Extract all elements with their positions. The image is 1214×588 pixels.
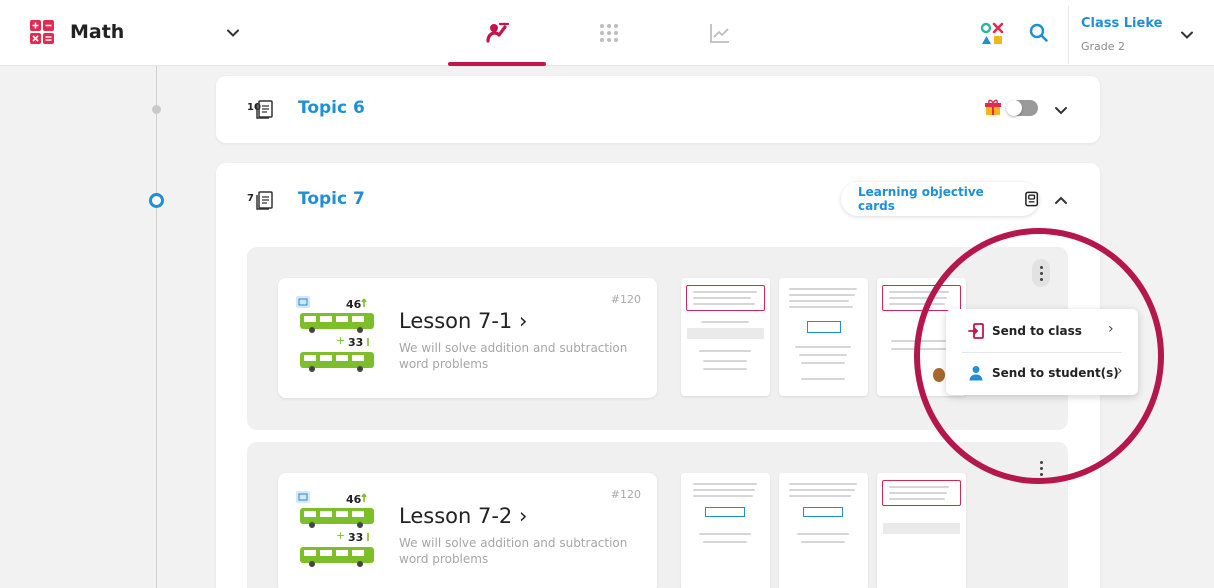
search-icon[interactable] [1028, 22, 1050, 44]
bus-bottom-number: 33 [348, 336, 363, 349]
send-menu: Send to class › Send to student(s) › [946, 309, 1138, 395]
math-operators-icon [30, 20, 54, 44]
menu-item-send-to-class[interactable]: Send to class › [946, 311, 1138, 351]
chevron-right-icon: › [1108, 321, 1114, 337]
chevron-down-icon[interactable] [1053, 102, 1069, 118]
topic-lesson-count: 7 [247, 193, 254, 204]
worksheets-icon [256, 191, 273, 210]
lesson-description: We will solve addition and subtraction w… [399, 536, 628, 566]
worksheet-thumbnail[interactable] [877, 473, 966, 588]
app-header: Math Class Lieke Grade 2 [0, 0, 1214, 66]
bus-illustration: 46 + 33 [296, 296, 374, 372]
lesson-title[interactable]: Lesson 7-1 › [399, 309, 527, 333]
tab-progress[interactable] [705, 18, 735, 48]
learning-objective-cards-label: Learning objective cards [858, 185, 984, 213]
worksheet-thumbnail[interactable] [779, 278, 868, 396]
worksheet-thumbnail[interactable] [779, 473, 868, 588]
lesson-description: We will solve addition and subtraction w… [399, 341, 628, 371]
menu-item-label: Send to student(s) [992, 366, 1119, 380]
tab-teach[interactable] [482, 18, 512, 48]
teach-icon [486, 22, 510, 43]
gift-icon [985, 99, 1001, 115]
more-options-button[interactable] [1032, 259, 1050, 287]
topic-card[interactable]: 10 Topic 6 [216, 76, 1100, 143]
svg-text:+: + [336, 334, 345, 347]
send-to-class-icon [968, 323, 984, 339]
more-options-button[interactable] [1032, 454, 1050, 482]
lesson-title[interactable]: Lesson 7-2 › [399, 504, 527, 528]
timeline-line [156, 66, 157, 588]
bus-illustration: 46 + 33 [296, 491, 374, 567]
app-title: Math [70, 21, 125, 43]
topic-visibility-toggle[interactable] [1006, 100, 1038, 116]
timeline-dot [152, 105, 161, 114]
chevron-right-icon: › [1117, 363, 1123, 379]
lesson-number: #120 [610, 488, 641, 501]
lesson-row: 46 + 33 #120 Lesson 7-1 › We will solve … [247, 247, 1068, 430]
lesson-card[interactable]: 46 + 33 #120 Lesson 7-2 › We will solve … [278, 473, 657, 588]
class-name[interactable]: Class Lieke [1081, 16, 1162, 31]
menu-item-send-to-students[interactable]: Send to student(s) › [946, 353, 1138, 393]
learning-objective-cards-button[interactable]: Learning objective cards [841, 182, 1039, 216]
class-grade: Grade 2 [1081, 40, 1126, 53]
chevron-down-icon[interactable] [1178, 26, 1196, 44]
topic-title[interactable]: Topic 7 [298, 189, 365, 209]
person-icon [969, 366, 983, 381]
lesson-card[interactable]: 46 + 33 #120 Lesson 7-1 › We will solve … [278, 278, 657, 398]
chart-icon [710, 24, 729, 43]
cards-icon [1024, 191, 1038, 207]
active-tab-indicator [448, 62, 546, 66]
chevron-down-icon[interactable] [224, 24, 242, 42]
worksheets-icon [256, 100, 273, 119]
worksheet-thumbnail[interactable] [681, 473, 770, 588]
bus-top-number: 46 [346, 493, 362, 506]
tab-grid[interactable] [594, 18, 624, 48]
lesson-row: 46 + 33 #120 Lesson 7-2 › We will solve … [247, 442, 1068, 588]
timeline-current-marker [149, 193, 164, 208]
shapes-icon[interactable] [980, 22, 1004, 46]
chevron-up-icon[interactable] [1053, 193, 1069, 209]
toggle-knob [1006, 100, 1022, 116]
bus-top-number: 46 [346, 298, 362, 311]
svg-text:+: + [336, 529, 345, 542]
menu-item-label: Send to class [992, 324, 1082, 338]
lesson-number: #120 [610, 293, 641, 306]
bus-bottom-number: 33 [348, 531, 363, 544]
header-divider [1068, 6, 1069, 64]
worksheet-thumbnail[interactable] [681, 278, 770, 396]
grid-icon [600, 24, 618, 42]
topic-title[interactable]: Topic 6 [298, 98, 365, 118]
